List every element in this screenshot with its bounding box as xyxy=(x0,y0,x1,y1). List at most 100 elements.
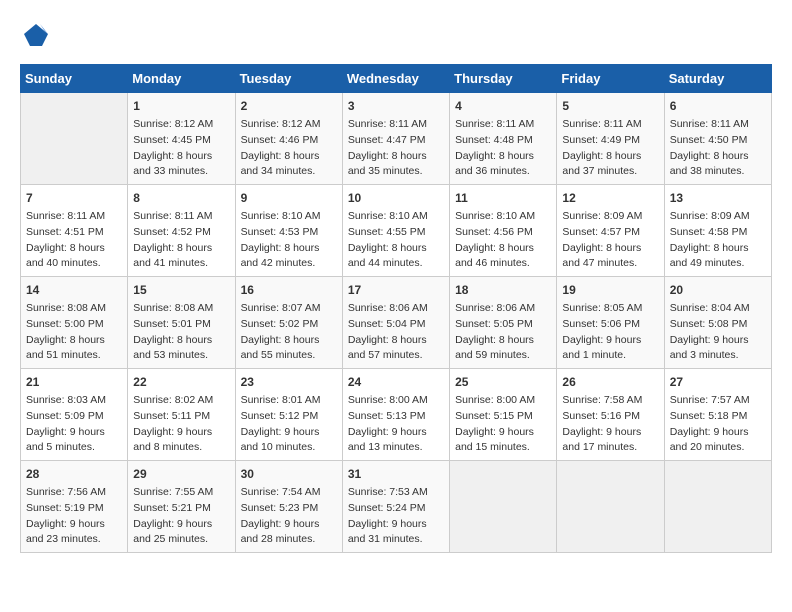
day-number: 30 xyxy=(241,465,337,483)
cell-text: Sunrise: 8:11 AM xyxy=(348,117,444,133)
calendar-cell: 17Sunrise: 8:06 AMSunset: 5:04 PMDayligh… xyxy=(342,277,449,369)
day-number: 9 xyxy=(241,189,337,207)
calendar-cell: 14Sunrise: 8:08 AMSunset: 5:00 PMDayligh… xyxy=(21,277,128,369)
cell-text: Sunset: 4:52 PM xyxy=(133,225,229,241)
cell-text: and 3 minutes. xyxy=(670,348,766,364)
cell-text: Sunset: 4:55 PM xyxy=(348,225,444,241)
day-number: 25 xyxy=(455,373,551,391)
cell-text: Sunrise: 8:08 AM xyxy=(26,301,122,317)
cell-text: Daylight: 8 hours xyxy=(670,241,766,257)
cell-text: Sunset: 5:12 PM xyxy=(241,409,337,425)
calendar-cell: 16Sunrise: 8:07 AMSunset: 5:02 PMDayligh… xyxy=(235,277,342,369)
calendar-cell: 13Sunrise: 8:09 AMSunset: 4:58 PMDayligh… xyxy=(664,185,771,277)
cell-text: Daylight: 8 hours xyxy=(26,333,122,349)
day-number: 11 xyxy=(455,189,551,207)
calendar-cell: 10 Sunrise: 8:10 AMSunset: 4:55 PMDayligh… xyxy=(342,185,449,277)
cell-text: Sunrise: 8:11 AM xyxy=(26,209,122,225)
calendar-cell: 1Sunrise: 8:12 AMSunset: 4:45 PMDaylight… xyxy=(128,93,235,185)
cell-text: and 35 minutes. xyxy=(348,164,444,180)
cell-text: Sunset: 4:46 PM xyxy=(241,133,337,149)
cell-text: Daylight: 9 hours xyxy=(562,425,658,441)
calendar-cell xyxy=(21,93,128,185)
cell-text: Sunset: 5:19 PM xyxy=(26,501,122,517)
cell-text: and 15 minutes. xyxy=(455,440,551,456)
cell-text: and 23 minutes. xyxy=(26,532,122,548)
day-number: 16 xyxy=(241,281,337,299)
cell-text: and 38 minutes. xyxy=(670,164,766,180)
cell-text: Sunrise: 8:12 AM xyxy=(241,117,337,133)
day-number: 26 xyxy=(562,373,658,391)
day-number: 19 xyxy=(562,281,658,299)
day-number: 13 xyxy=(670,189,766,207)
day-number: 15 xyxy=(133,281,229,299)
logo xyxy=(20,20,50,48)
day-number: 6 xyxy=(670,97,766,115)
calendar-cell xyxy=(557,461,664,553)
cell-text: Daylight: 8 hours xyxy=(455,241,551,257)
cell-text: and 28 minutes. xyxy=(241,532,337,548)
cell-text: Sunrise: 8:10 AM xyxy=(348,209,444,225)
cell-text: Sunset: 5:18 PM xyxy=(670,409,766,425)
cell-text: Sunrise: 8:08 AM xyxy=(133,301,229,317)
cell-text: and 20 minutes. xyxy=(670,440,766,456)
calendar-cell: 26Sunrise: 7:58 AMSunset: 5:16 PMDayligh… xyxy=(557,369,664,461)
day-number: 31 xyxy=(348,465,444,483)
calendar-cell: 22Sunrise: 8:02 AMSunset: 5:11 PMDayligh… xyxy=(128,369,235,461)
calendar-cell: 8Sunrise: 8:11 AMSunset: 4:52 PMDaylight… xyxy=(128,185,235,277)
cell-text: and 57 minutes. xyxy=(348,348,444,364)
cell-text: and 13 minutes. xyxy=(348,440,444,456)
logo-icon xyxy=(22,20,50,48)
day-number: 1 xyxy=(133,97,229,115)
cell-text: Sunrise: 8:11 AM xyxy=(133,209,229,225)
week-row-2: 7Sunrise: 8:11 AMSunset: 4:51 PMDaylight… xyxy=(21,185,772,277)
cell-text: Daylight: 9 hours xyxy=(133,425,229,441)
calendar-cell: 2Sunrise: 8:12 AMSunset: 4:46 PMDaylight… xyxy=(235,93,342,185)
cell-text: Daylight: 8 hours xyxy=(133,333,229,349)
cell-text: Sunset: 4:48 PM xyxy=(455,133,551,149)
cell-text: and 47 minutes. xyxy=(562,256,658,272)
cell-text: and 5 minutes. xyxy=(26,440,122,456)
cell-text: Sunset: 4:49 PM xyxy=(562,133,658,149)
calendar-cell: 21Sunrise: 8:03 AMSunset: 5:09 PMDayligh… xyxy=(21,369,128,461)
cell-text: Daylight: 9 hours xyxy=(241,517,337,533)
cell-text: Sunrise: 8:11 AM xyxy=(670,117,766,133)
cell-text: Sunrise: 8:00 AM xyxy=(348,393,444,409)
cell-text: Sunset: 5:15 PM xyxy=(455,409,551,425)
day-number: 10 xyxy=(348,189,444,207)
cell-text: Daylight: 8 hours xyxy=(241,241,337,257)
cell-text: Daylight: 8 hours xyxy=(348,241,444,257)
cell-text: Daylight: 8 hours xyxy=(133,149,229,165)
calendar-cell: 18Sunrise: 8:06 AMSunset: 5:05 PMDayligh… xyxy=(450,277,557,369)
cell-text: Sunset: 5:13 PM xyxy=(348,409,444,425)
calendar-cell: 30Sunrise: 7:54 AMSunset: 5:23 PMDayligh… xyxy=(235,461,342,553)
day-number: 5 xyxy=(562,97,658,115)
cell-text: and 59 minutes. xyxy=(455,348,551,364)
day-number: 17 xyxy=(348,281,444,299)
cell-text: Sunrise: 7:54 AM xyxy=(241,485,337,501)
cell-text: Daylight: 9 hours xyxy=(562,333,658,349)
cell-text: Sunrise: 7:55 AM xyxy=(133,485,229,501)
cell-text: Daylight: 8 hours xyxy=(241,333,337,349)
cell-text: Daylight: 9 hours xyxy=(241,425,337,441)
weekday-header-row: SundayMondayTuesdayWednesdayThursdayFrid… xyxy=(21,65,772,93)
calendar-cell: 6Sunrise: 8:11 AMSunset: 4:50 PMDaylight… xyxy=(664,93,771,185)
calendar-cell: 7Sunrise: 8:11 AMSunset: 4:51 PMDaylight… xyxy=(21,185,128,277)
calendar-cell: 15 Sunrise: 8:08 AMSunset: 5:01 PMDayligh… xyxy=(128,277,235,369)
cell-text: Sunrise: 8:07 AM xyxy=(241,301,337,317)
day-number: 14 xyxy=(26,281,122,299)
calendar-cell: 24Sunrise: 8:00 AMSunset: 5:13 PMDayligh… xyxy=(342,369,449,461)
calendar-table: SundayMondayTuesdayWednesdayThursdayFrid… xyxy=(20,64,772,553)
cell-text: Daylight: 9 hours xyxy=(26,425,122,441)
cell-text: Sunset: 4:53 PM xyxy=(241,225,337,241)
cell-text: Sunset: 5:09 PM xyxy=(26,409,122,425)
calendar-cell: 11Sunrise: 8:10 AMSunset: 4:56 PMDayligh… xyxy=(450,185,557,277)
cell-text: Sunset: 5:01 PM xyxy=(133,317,229,333)
day-number: 8 xyxy=(133,189,229,207)
cell-text: Sunrise: 8:06 AM xyxy=(455,301,551,317)
calendar-cell: 4Sunrise: 8:11 AMSunset: 4:48 PMDaylight… xyxy=(450,93,557,185)
cell-text: and 40 minutes. xyxy=(26,256,122,272)
cell-text: and 51 minutes. xyxy=(26,348,122,364)
cell-text: Sunrise: 7:53 AM xyxy=(348,485,444,501)
cell-text: Sunset: 5:06 PM xyxy=(562,317,658,333)
cell-text: Daylight: 9 hours xyxy=(133,517,229,533)
